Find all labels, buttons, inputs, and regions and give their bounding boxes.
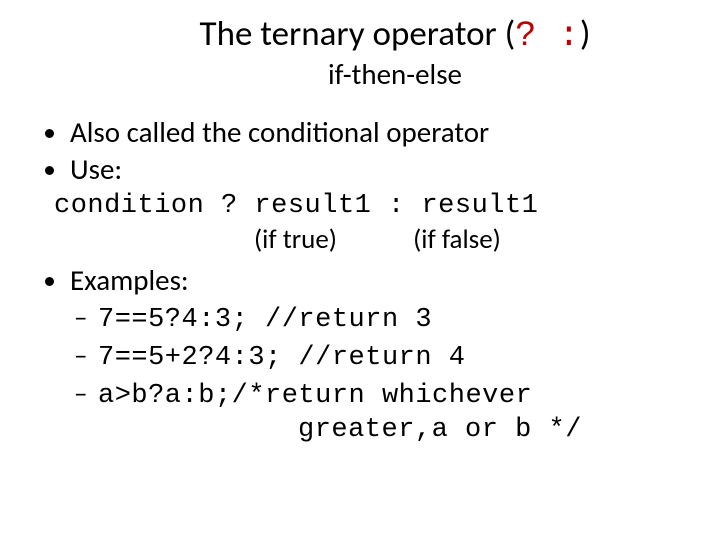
- example-1-code: 7==5?4:3; //return 3: [98, 305, 432, 335]
- use-annotations: (if true) (if false): [54, 223, 690, 256]
- use-syntax-code: condition ? result1 : result1: [54, 191, 690, 221]
- example-list: 7==5?4:3; //return 3 7==5+2?4:3; //retur…: [70, 300, 690, 414]
- title-gap: [537, 16, 559, 56]
- example-2: 7==5+2?4:3; //return 4: [98, 338, 690, 376]
- bullet-examples-label: Examples:: [70, 262, 189, 298]
- bullet-list-2: Examples: 7==5?4:3; //return 3 7==5+2?4:…: [30, 262, 690, 448]
- slide: The ternary operator (? :) if-then-else …: [0, 0, 720, 540]
- title-suffix: ): [580, 13, 591, 55]
- operator-colon: :: [558, 16, 580, 56]
- bullet-list: Also called the conditional operator Use…: [30, 114, 690, 187]
- example-3-code-line2: greater,a or b */: [298, 414, 690, 448]
- operator-question: ?: [515, 16, 537, 56]
- example-1: 7==5?4:3; //return 3: [98, 300, 690, 338]
- annotation-if-true: (if true): [254, 223, 337, 256]
- slide-subtitle: if-then-else: [100, 56, 690, 92]
- title-block: The ternary operator (? :) if-then-else: [30, 14, 690, 92]
- example-3: a>b?a:b;/*return whichever: [98, 376, 690, 414]
- example-3-code-line1: a>b?a:b;/*return whichever: [98, 381, 532, 411]
- bullet-use: Use:: [70, 151, 690, 187]
- bullet-examples: Examples: 7==5?4:3; //return 3 7==5+2?4:…: [70, 262, 690, 448]
- title-prefix: The ternary operator (: [200, 13, 516, 55]
- example-2-code: 7==5+2?4:3; //return 4: [98, 343, 465, 373]
- annotation-if-false: (if false): [413, 223, 501, 256]
- slide-title: The ternary operator (? :): [100, 14, 690, 56]
- bullet-also-called: Also called the conditional operator: [70, 114, 690, 150]
